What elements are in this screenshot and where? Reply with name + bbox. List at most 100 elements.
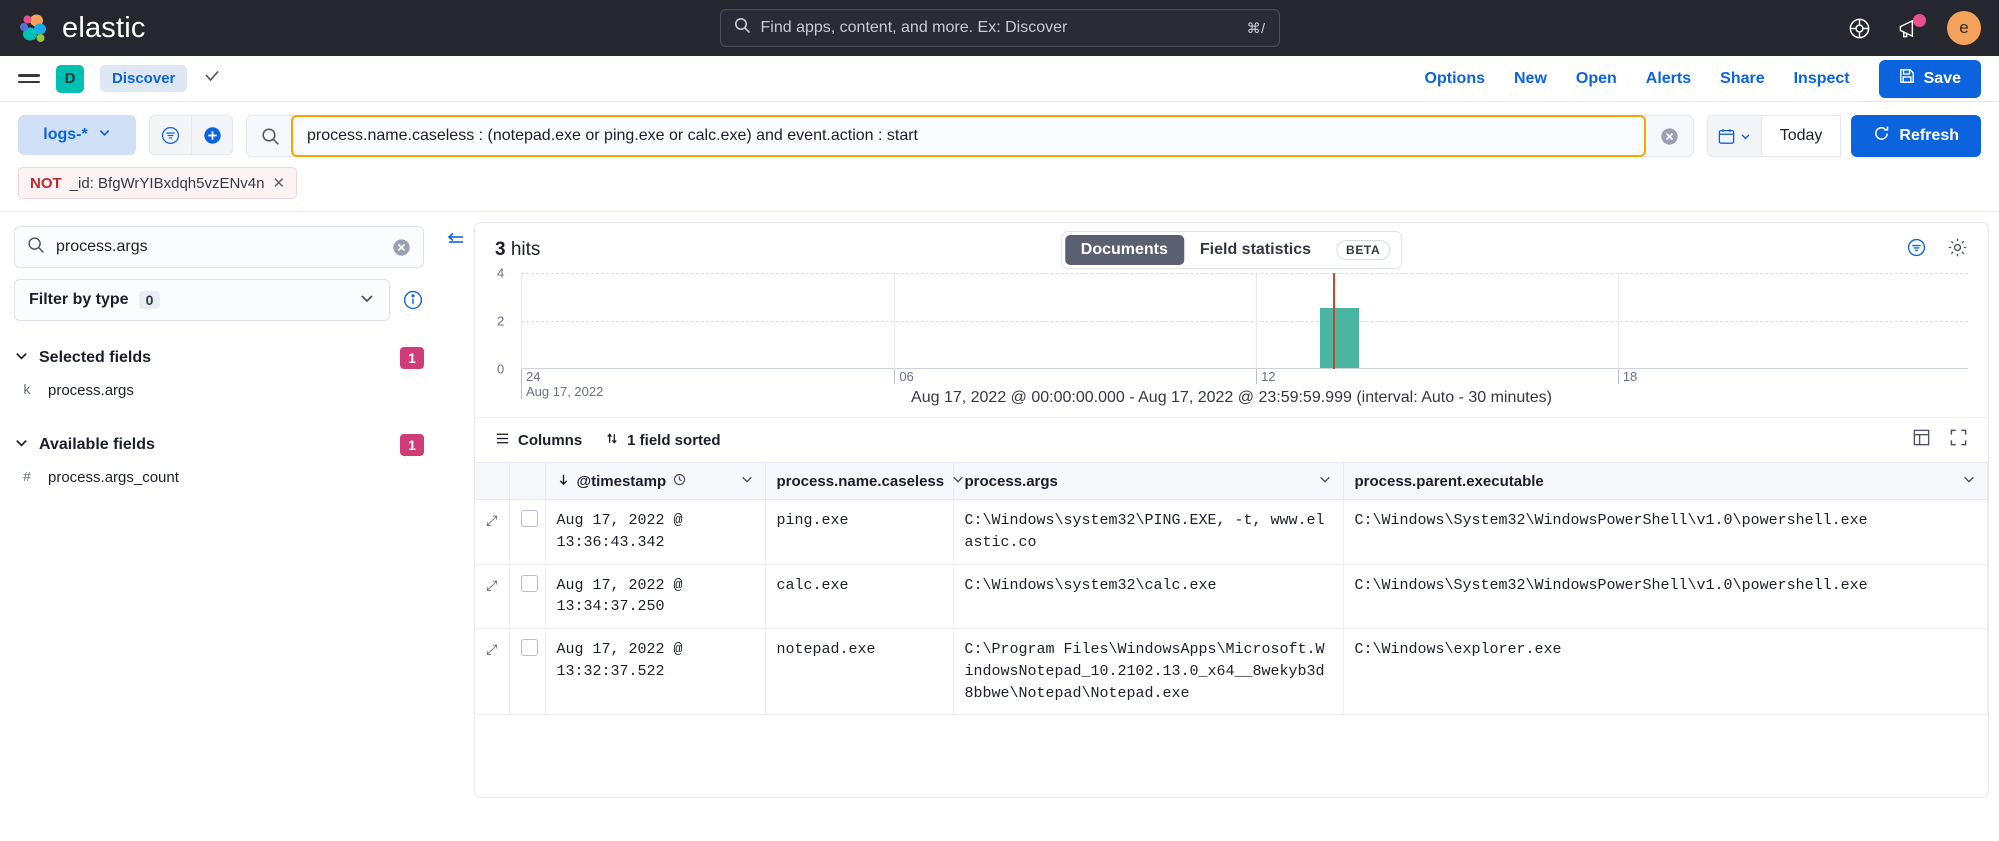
expand-icon[interactable]: ⤢ (486, 641, 497, 657)
th-timestamp[interactable]: @timestamp (545, 463, 765, 500)
help-circle-icon[interactable] (1848, 17, 1871, 40)
annotation-line (1333, 273, 1335, 369)
nav-link-open[interactable]: Open (1576, 70, 1617, 88)
row-checkbox[interactable] (521, 575, 538, 592)
axis-divider (1256, 273, 1257, 369)
select-cell[interactable] (509, 564, 545, 629)
documents-table-wrapper: @timestamp (475, 462, 1988, 797)
row-checkbox[interactable] (521, 639, 538, 656)
filter-icon[interactable] (149, 115, 191, 155)
nav-link-new[interactable]: New (1514, 70, 1547, 88)
sort-arrow-icon (557, 473, 570, 490)
calendar-icon[interactable] (1707, 115, 1761, 157)
refresh-label: Refresh (1899, 127, 1959, 145)
refresh-button[interactable]: Refresh (1851, 115, 1981, 157)
chevron-down-icon[interactable] (740, 472, 754, 490)
save-button[interactable]: Save (1879, 60, 1981, 98)
field-name: process.args_count (48, 469, 179, 486)
selected-fields-header[interactable]: Selected fields 1 (14, 343, 424, 373)
add-filter-icon[interactable] (191, 115, 233, 155)
clear-query-icon[interactable] (1646, 127, 1693, 146)
x-tick-06: 06 (894, 369, 913, 384)
table-row[interactable]: ⤢ Aug 17, 2022 @ 13:32:37.522 notepad.ex… (475, 629, 1988, 715)
nav-link-share[interactable]: Share (1720, 70, 1764, 88)
cell-process-args: C:\Program Files\WindowsApps\Microsoft.W… (953, 629, 1343, 715)
filter-buttons-group (149, 115, 233, 155)
chevron-down-icon (359, 290, 375, 311)
user-avatar[interactable]: e (1947, 11, 1981, 45)
tab-field-statistics[interactable]: Field statistics (1184, 235, 1327, 265)
row-checkbox[interactable] (521, 510, 538, 527)
tab-documents[interactable]: Documents (1065, 235, 1184, 265)
cell-timestamp: Aug 17, 2022 @ 13:36:43.342 (545, 500, 765, 565)
filter-by-type-row: Filter by type 0 (14, 279, 424, 321)
table-header-row: @timestamp (475, 463, 1988, 500)
search-icon (27, 236, 45, 259)
expand-cell[interactable]: ⤢ (475, 564, 509, 629)
field-item[interactable]: # process.args_count (14, 460, 424, 495)
nav-link-inspect[interactable]: Inspect (1794, 70, 1850, 88)
cell-process-name: ping.exe (765, 500, 953, 565)
app-navbar: D Discover Options New Open Alerts Share… (0, 56, 1999, 102)
columns-button[interactable]: Columns (495, 431, 582, 450)
expand-icon[interactable]: ⤢ (486, 512, 497, 528)
select-cell[interactable] (509, 500, 545, 565)
chevron-down-icon[interactable] (1318, 472, 1332, 490)
global-search-bar[interactable]: Find apps, content, and more. Ex: Discov… (720, 9, 1280, 47)
elastic-brand[interactable]: elastic (18, 12, 146, 45)
save-disk-icon (1899, 68, 1915, 89)
space-badge[interactable]: D (56, 65, 84, 93)
chevron-down-icon[interactable] (1962, 472, 1976, 490)
histogram-bar[interactable] (1320, 308, 1359, 368)
data-grid-toolbar: Columns 1 field sorted (475, 417, 1988, 462)
th-label: process.args (965, 473, 1058, 490)
field-item[interactable]: k process.args (14, 373, 424, 408)
nav-link-alerts[interactable]: Alerts (1646, 70, 1691, 88)
table-row[interactable]: ⤢ Aug 17, 2022 @ 13:36:43.342 ping.exe C… (475, 500, 1988, 565)
columns-label: Columns (518, 432, 582, 449)
density-icon[interactable] (1912, 428, 1931, 452)
fullscreen-icon[interactable] (1949, 428, 1968, 452)
clock-icon (673, 473, 686, 490)
query-input[interactable]: process.name.caseless : (notepad.exe or … (291, 115, 1646, 157)
chevron-down-icon[interactable] (951, 472, 965, 490)
chevron-down-icon (14, 435, 29, 455)
close-icon[interactable]: ✕ (273, 174, 286, 192)
field-search-input[interactable]: process.args (56, 238, 381, 256)
documents-table: @timestamp (475, 462, 1988, 715)
query-bar: logs-* (0, 102, 1999, 157)
field-search-container[interactable]: process.args (14, 226, 424, 268)
hits-row: 3 hits Documents Field statistics BETA (475, 223, 1988, 267)
hamburger-menu-icon[interactable] (18, 74, 40, 83)
data-view-selector[interactable]: logs-* (18, 115, 136, 155)
th-process-name[interactable]: process.name.caseless (765, 463, 953, 500)
chart-options-icon[interactable] (1906, 237, 1927, 263)
time-range-value[interactable]: Today (1761, 115, 1842, 157)
filter-pill[interactable]: NOT _id: BfgWrYIBxdqh5vzENv4n ✕ (18, 167, 297, 199)
discover-content-panel: 3 hits Documents Field statistics BETA (474, 222, 1989, 798)
table-row[interactable]: ⤢ Aug 17, 2022 @ 13:34:37.250 calc.exe C… (475, 564, 1988, 629)
th-label: process.parent.executable (1355, 473, 1544, 490)
nav-link-options[interactable]: Options (1425, 70, 1485, 88)
select-cell[interactable] (509, 629, 545, 715)
cell-timestamp: Aug 17, 2022 @ 13:34:37.250 (545, 564, 765, 629)
expand-icon[interactable]: ⤢ (486, 577, 497, 593)
th-process-parent[interactable]: process.parent.executable (1343, 463, 1988, 500)
gear-icon[interactable] (1947, 237, 1968, 263)
x-tick-12: 12 (1256, 369, 1275, 384)
expand-cell[interactable]: ⤢ (475, 500, 509, 565)
expand-cell[interactable]: ⤢ (475, 629, 509, 715)
cell-process-parent: C:\Windows\System32\WindowsPowerShell\v1… (1343, 500, 1988, 565)
megaphone-icon[interactable] (1897, 17, 1921, 40)
breadcrumb[interactable]: Discover (100, 65, 187, 92)
sort-icon (604, 431, 619, 450)
breadcrumb-check-icon[interactable] (203, 67, 221, 90)
collapse-sidebar-icon[interactable] (446, 230, 466, 798)
filter-by-type-dropdown[interactable]: Filter by type 0 (14, 279, 390, 321)
available-fields-header[interactable]: Available fields 1 (14, 430, 424, 460)
clear-field-search-icon[interactable] (392, 238, 411, 257)
sort-button[interactable]: 1 field sorted (604, 431, 720, 450)
info-icon[interactable] (402, 289, 424, 311)
save-button-label: Save (1924, 70, 1961, 88)
th-process-args[interactable]: process.args (953, 463, 1343, 500)
